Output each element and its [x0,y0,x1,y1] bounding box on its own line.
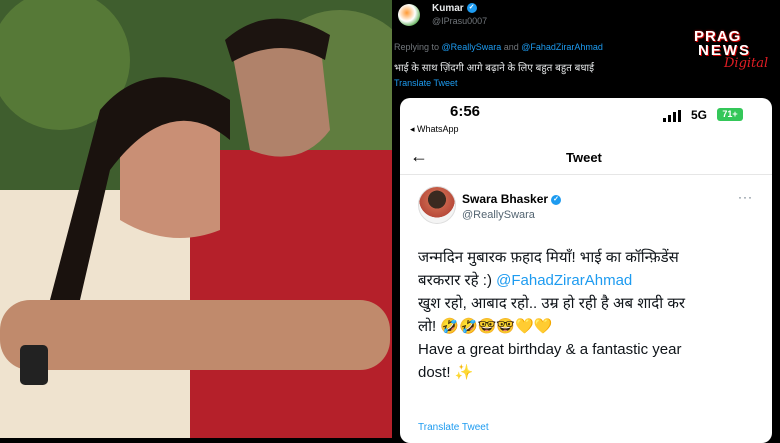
header-divider [400,174,772,175]
battery-icon: 71+ [717,108,743,121]
tweet-header-title: Tweet [566,150,602,165]
back-arrow-icon[interactable]: ← [410,146,428,167]
author-name-text: Swara Bhasker [462,192,549,206]
couple-photo-illustration [0,0,392,438]
replying-to: Replying to @ReallySwara and @FahadZirar… [394,42,603,52]
back-to-app[interactable]: ◂ WhatsApp [410,124,459,135]
verified-icon: ✓ [551,194,562,205]
mention-link-1[interactable]: @ReallySwara [442,42,502,52]
author-name[interactable]: Swara Bhasker ✓ [462,192,562,206]
mention-link-2[interactable]: @FahadZirarAhmad [521,42,603,52]
tweet-line-5: Have a great birthday & a fantastic year [418,341,682,358]
more-options-icon[interactable]: ··· [738,190,753,204]
translate-tweet-link-bottom[interactable]: Translate Tweet [418,422,489,433]
tweet-line-2: बरकरार रहे :) @FahadZirarAhmad [418,269,763,292]
translate-tweet-link[interactable]: Translate Tweet [394,78,458,88]
reply-text: भाई के साथ ज़िंदगी आगे बढ़ाने के लिए बहु… [394,63,594,74]
tweet-line-1: जन्मदिन मुबारक फ़हाद मियाँ! भाई का कॉन्फ… [418,249,679,266]
reply-avatar[interactable] [398,4,420,26]
tweet-line-6: dost! ✨ [418,364,474,381]
replying-prefix: Replying to [394,42,440,52]
verified-icon: ✓ [466,3,477,14]
network-type: 5G [691,108,708,122]
signal-icon [663,110,683,122]
tweet-reply-panel: Kumar ✓ @IPrasu0007 Replying to @ReallySw… [392,0,780,443]
logo-line-3: Digital [724,56,769,71]
reply-user-name[interactable]: Kumar ✓ [432,3,477,14]
replying-and: and [503,42,519,52]
tweet-line-3: खुश रहो, आबाद रहो.. उम्र हो रही है अब शा… [418,295,685,312]
author-handle: @ReallySwara [462,209,535,221]
tweet-body: जन्मदिन मुबारक फ़हाद मियाँ! भाई का कॉन्फ… [418,246,763,384]
author-avatar[interactable] [418,186,456,224]
embedded-tweet-screenshot: 6:56 ◂ WhatsApp 5G 71+ ← Tweet Swara Bha… [400,98,772,443]
tweet-line-4: लो! 🤣🤣🤓🤓💛💛 [418,318,553,335]
couple-photo [0,0,392,438]
tweet-mention-link[interactable]: @FahadZirarAhmad [496,272,632,289]
tweet-line-2-text: बरकरार रहे :) [418,272,497,289]
prag-news-logo: PRAG NEWS Digital [694,28,772,78]
status-time: 6:56 [450,103,481,120]
reply-user-handle: @IPrasu0007 [432,16,488,26]
reply-user-name-text: Kumar [432,3,464,14]
